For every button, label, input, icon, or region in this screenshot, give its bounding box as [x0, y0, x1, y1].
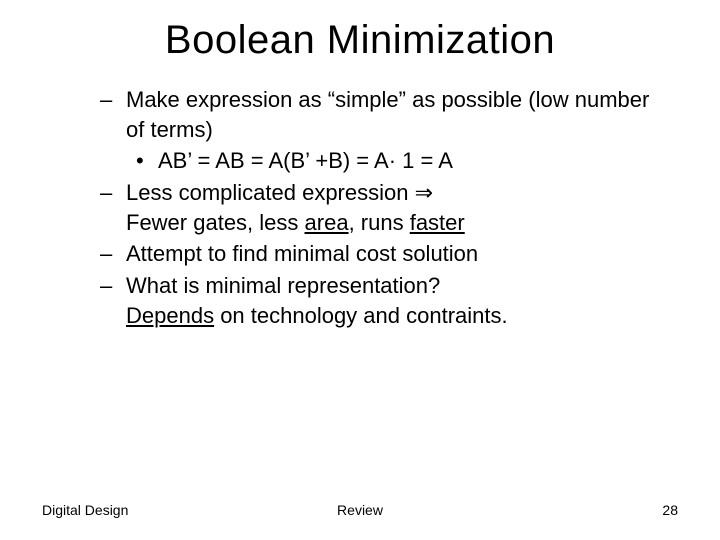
item-text: Less complicated expression ⇒ Fewer gate…: [126, 178, 660, 237]
underlined-text: Depends: [126, 303, 214, 328]
dash-bullet: –: [100, 85, 126, 144]
list-item: – Attempt to find minimal cost solution: [100, 239, 660, 269]
footer-center: Review: [337, 502, 383, 518]
footer-left: Digital Design: [42, 502, 128, 518]
list-item: – Less complicated expression ⇒ Fewer ga…: [100, 178, 660, 237]
item-text: Make expression as “simple” as possible …: [126, 85, 660, 144]
text-fragment: on technology and contraints.: [214, 303, 508, 328]
dash-bullet: –: [100, 271, 126, 330]
page-title: Boolean Minimization: [50, 18, 670, 63]
dash-bullet: –: [100, 239, 126, 269]
list-item: – What is minimal representation? Depend…: [100, 271, 660, 330]
sub-item-text: AB’ = AB = A(B’ +B) = A· 1 = A: [158, 146, 660, 176]
sub-item: • AB’ = AB = A(B’ +B) = A· 1 = A: [136, 146, 660, 176]
dot-bullet: •: [136, 146, 158, 176]
dash-bullet: –: [100, 178, 126, 237]
underlined-text: area: [305, 210, 349, 235]
text-fragment: , runs: [349, 210, 410, 235]
text-fragment: Less complicated expression: [126, 180, 415, 205]
underlined-text: faster: [410, 210, 465, 235]
text-fragment: What is minimal representation?: [126, 273, 440, 298]
implies-icon: ⇒: [415, 180, 433, 205]
item-text: Attempt to find minimal cost solution: [126, 239, 660, 269]
list-item: – Make expression as “simple” as possibl…: [100, 85, 660, 144]
slide: Boolean Minimization – Make expression a…: [0, 0, 720, 540]
item-text: What is minimal representation? Depends …: [126, 271, 660, 330]
content-body: – Make expression as “simple” as possibl…: [50, 85, 670, 331]
text-fragment: Fewer gates, less: [126, 210, 305, 235]
footer-page-number: 28: [662, 502, 678, 518]
